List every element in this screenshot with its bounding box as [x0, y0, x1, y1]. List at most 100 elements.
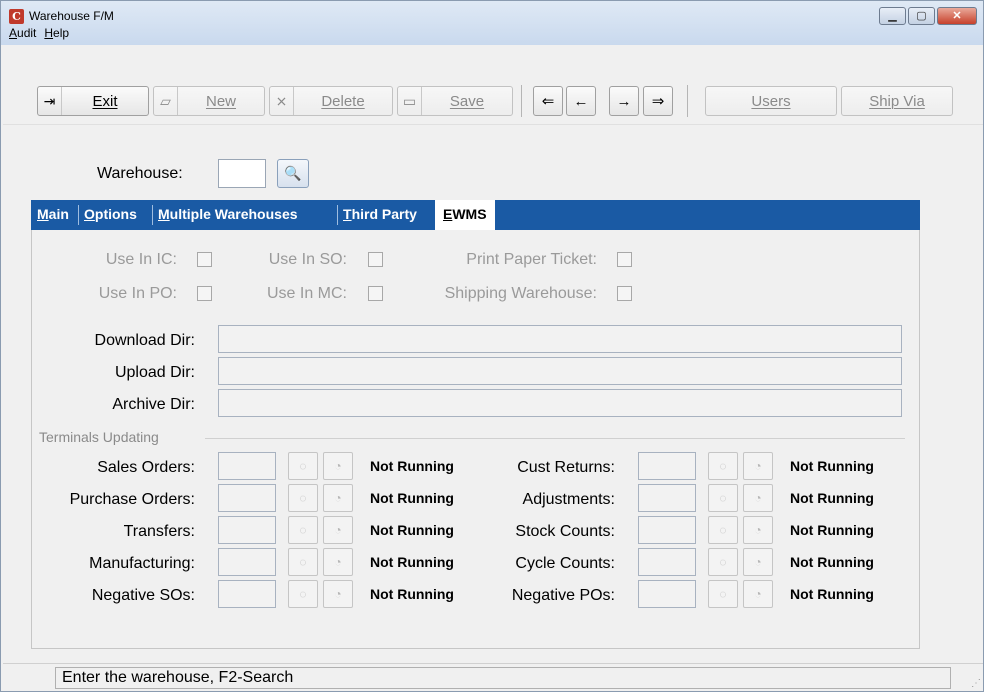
tab-ewms[interactable]: EWMS [435, 200, 495, 230]
shipping-warehouse-checkbox[interactable] [617, 286, 632, 301]
stop-button[interactable]: ◔ [743, 548, 773, 576]
use-in-po-checkbox[interactable] [197, 286, 212, 301]
toolbar: ⇥ Exit ▱ New ⨯ Delete ▭ Save ⇐ ← → ⇒ Use… [3, 45, 983, 125]
stop-button[interactable]: ◔ [323, 452, 353, 480]
print-paper-ticket-checkbox[interactable] [617, 252, 632, 267]
archive-dir-label: Archive Dir: [112, 396, 195, 413]
first-record-button[interactable]: ⇐ [533, 86, 563, 116]
exit-button[interactable]: ⇥ Exit [37, 86, 149, 116]
start-button[interactable]: ◌ [708, 484, 738, 512]
sales-orders-label: Sales Orders: [97, 459, 195, 476]
start-icon: ◌ [299, 555, 307, 569]
warehouse-label: Warehouse: [97, 165, 183, 182]
menu-bar: Audit Help [9, 26, 77, 40]
toolbar-separator [521, 85, 522, 117]
transfers-terminal-field[interactable] [218, 516, 276, 544]
ship-via-button[interactable]: Ship Via [841, 86, 953, 116]
previous-record-button[interactable]: ← [566, 86, 596, 116]
tab-bar: Main Options Multiple Warehouses Third P… [31, 200, 920, 230]
stop-icon: ◔ [334, 491, 342, 505]
stop-icon: ◔ [754, 587, 762, 601]
tab-multiple-warehouses[interactable]: Multiple Warehouses [158, 200, 298, 230]
stop-button[interactable]: ◔ [743, 516, 773, 544]
start-button[interactable]: ◌ [288, 484, 318, 512]
start-button[interactable]: ◌ [288, 452, 318, 480]
next-record-button[interactable]: → [609, 86, 639, 116]
delete-x-icon: ⨯ [270, 87, 294, 115]
negative-pos-terminal-field[interactable] [638, 580, 696, 608]
stop-button[interactable]: ◔ [743, 484, 773, 512]
cycle-counts-status: Not Running [790, 554, 874, 570]
warehouse-search-button[interactable]: 🔍 [277, 159, 309, 188]
start-icon: ◌ [299, 523, 307, 537]
start-button[interactable]: ◌ [708, 516, 738, 544]
use-in-mc-checkbox[interactable] [368, 286, 383, 301]
start-button[interactable]: ◌ [708, 452, 738, 480]
users-button[interactable]: Users [705, 86, 837, 116]
use-in-mc-label: Use In MC: [266, 285, 347, 302]
stop-icon: ◔ [754, 491, 762, 505]
negative-pos-label: Negative POs: [511, 587, 615, 604]
archive-dir-input[interactable] [218, 389, 902, 417]
adjustments-terminal-field[interactable] [638, 484, 696, 512]
stock-counts-terminal-field[interactable] [638, 516, 696, 544]
tab-separator [78, 205, 79, 225]
last-record-button[interactable]: ⇒ [643, 86, 673, 116]
cust-returns-terminal-field[interactable] [638, 452, 696, 480]
save-button[interactable]: ▭ Save [397, 86, 513, 116]
manufacturing-terminal-field[interactable] [218, 548, 276, 576]
print-paper-ticket-label: Print Paper Ticket: [466, 251, 597, 268]
warehouse-input[interactable] [218, 159, 266, 188]
status-bar: Enter the warehouse, F2-Search ⋰ [3, 663, 983, 691]
stop-button[interactable]: ◔ [323, 548, 353, 576]
upload-dir-input[interactable] [218, 357, 902, 385]
delete-button[interactable]: ⨯ Delete [269, 86, 393, 116]
menu-audit[interactable]: Audit [9, 26, 36, 40]
start-button[interactable]: ◌ [288, 580, 318, 608]
use-in-po-label: Use In PO: [98, 285, 177, 302]
minimize-button[interactable]: ▁ [879, 7, 906, 25]
purchase-orders-terminal-field[interactable] [218, 484, 276, 512]
stop-button[interactable]: ◔ [743, 580, 773, 608]
stop-button[interactable]: ◔ [323, 580, 353, 608]
negative-sos-terminal-field[interactable] [218, 580, 276, 608]
start-button[interactable]: ◌ [708, 580, 738, 608]
tab-third-party[interactable]: Third Party [343, 200, 417, 230]
use-in-so-checkbox[interactable] [368, 252, 383, 267]
stop-button[interactable]: ◔ [323, 484, 353, 512]
status-message: Enter the warehouse, F2-Search [55, 667, 951, 689]
use-in-ic-checkbox[interactable] [197, 252, 212, 267]
stop-icon: ◔ [754, 555, 762, 569]
start-button[interactable]: ◌ [288, 516, 318, 544]
sales-orders-terminal-field[interactable] [218, 452, 276, 480]
cycle-counts-terminal-field[interactable] [638, 548, 696, 576]
title-bar: C Warehouse F/M ▁ ▢ ✕ Audit Help [1, 1, 983, 45]
tab-main[interactable]: Main [37, 200, 69, 230]
stop-icon: ◔ [334, 459, 342, 473]
tab-options[interactable]: Options [84, 200, 137, 230]
new-button[interactable]: ▱ New [153, 86, 265, 116]
stop-button[interactable]: ◔ [323, 516, 353, 544]
start-icon: ◌ [719, 587, 727, 601]
negative-sos-label: Negative SOs: [91, 587, 195, 604]
download-dir-label: Download Dir: [94, 332, 195, 349]
use-in-so-label: Use In SO: [268, 251, 347, 268]
start-icon: ◌ [299, 491, 307, 505]
start-icon: ◌ [299, 459, 307, 473]
transfers-label: Transfers: [123, 523, 195, 540]
resize-grip-icon[interactable]: ⋰ [971, 678, 981, 689]
maximize-button[interactable]: ▢ [908, 7, 935, 25]
download-dir-input[interactable] [218, 325, 902, 353]
start-button[interactable]: ◌ [288, 548, 318, 576]
menu-help[interactable]: Help [44, 26, 69, 40]
stock-counts-status: Not Running [790, 522, 874, 538]
manufacturing-label: Manufacturing: [89, 555, 195, 572]
purchase-orders-status: Not Running [370, 490, 454, 506]
stop-button[interactable]: ◔ [743, 452, 773, 480]
terminals-group-label: Terminals Updating [39, 429, 159, 445]
app-window: C Warehouse F/M ▁ ▢ ✕ Audit Help ⇥ Exit … [0, 0, 984, 692]
stop-icon: ◔ [334, 523, 342, 537]
close-button[interactable]: ✕ [937, 7, 977, 25]
stop-icon: ◔ [334, 555, 342, 569]
start-button[interactable]: ◌ [708, 548, 738, 576]
